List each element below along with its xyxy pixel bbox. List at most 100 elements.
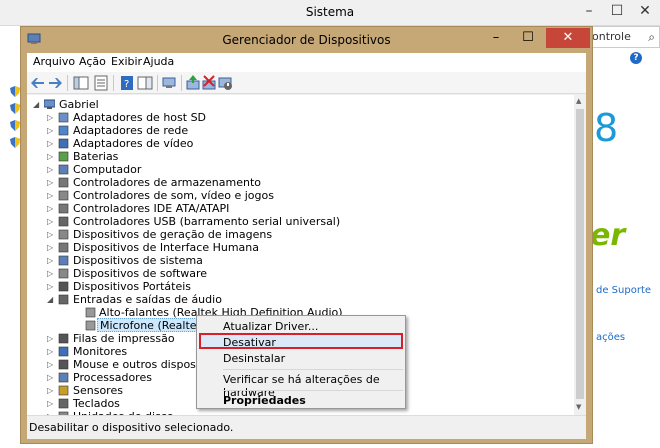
search-text: ontrole <box>592 30 631 43</box>
expand-icon[interactable]: ▷ <box>47 384 55 397</box>
control-panel-search-input[interactable]: ontrole ⌕ <box>586 26 660 48</box>
expand-icon[interactable]: ▷ <box>47 228 55 241</box>
menu-arquivo[interactable]: Arquivo <box>33 55 75 68</box>
sd-host-icon <box>58 112 69 123</box>
menu-item-disable[interactable]: Desativar <box>223 336 276 349</box>
scan-hardware-icon[interactable] <box>161 75 177 91</box>
tree-item-label: Controladores de som, vídeo e jogos <box>73 189 274 202</box>
brand-logo: er <box>590 218 626 253</box>
minimize-icon[interactable]: – <box>576 0 602 22</box>
ide-controller-icon <box>58 203 69 214</box>
expand-icon[interactable]: ▷ <box>47 124 55 137</box>
support-link[interactable]: de Suporte <box>596 285 651 296</box>
disable-device-icon[interactable] <box>217 75 233 91</box>
menu-acao[interactable]: Ação <box>79 55 106 68</box>
expand-icon[interactable]: ▷ <box>47 280 55 293</box>
expand-icon[interactable]: ▷ <box>47 397 55 410</box>
system-titlebar: Sistema – ☐ ✕ <box>0 0 660 26</box>
network-adapter-icon <box>58 125 69 136</box>
actions-link[interactable]: ações <box>596 332 625 343</box>
computer-icon <box>44 99 55 109</box>
tree-item-label: Computador <box>73 163 142 176</box>
mouse-icon <box>58 359 69 370</box>
menu-ajuda[interactable]: Ajuda <box>143 55 174 68</box>
maximize-icon[interactable]: ☐ <box>513 28 543 48</box>
toolbar: ? <box>27 72 586 94</box>
expand-icon[interactable]: ▷ <box>47 150 55 163</box>
tree-item-label: Dispositivos de sistema <box>73 254 203 267</box>
toolbar-divider <box>113 75 114 91</box>
properties-icon[interactable] <box>93 75 109 91</box>
system-window-title: Sistema <box>305 5 355 19</box>
device-manager-titlebar[interactable]: Gerenciador de Dispositivos – ☐ ✕ <box>21 27 592 53</box>
tree-item-label: Dispositivos Portáteis <box>73 280 192 293</box>
scrollbar-thumb[interactable] <box>576 109 584 399</box>
update-driver-icon[interactable] <box>185 75 201 91</box>
menu-exibir[interactable]: Exibir <box>111 55 142 68</box>
expand-icon[interactable]: ▷ <box>47 176 55 189</box>
display-adapter-icon <box>58 138 69 149</box>
back-arrow-icon[interactable] <box>30 75 46 91</box>
tree-item-label: Dispositivos de software <box>73 267 208 280</box>
tree-item-label: Processadores <box>73 371 152 384</box>
computer-icon <box>58 164 69 175</box>
uninstall-device-icon[interactable] <box>201 75 217 91</box>
tree-item-label: Adaptadores de host SD <box>73 111 207 124</box>
menu-separator <box>223 390 403 391</box>
portable-device-icon <box>58 281 69 292</box>
status-bar: Desabilitar o dispositivo selecionado. <box>27 415 586 439</box>
shield-icon <box>10 137 20 148</box>
expand-icon[interactable]: ▷ <box>47 111 55 124</box>
forward-arrow-icon[interactable] <box>47 75 63 91</box>
tree-item-label: Entradas e saídas de áudio <box>73 293 222 306</box>
tree-item-label: Controladores de armazenamento <box>73 176 262 189</box>
system-device-icon <box>58 255 69 266</box>
keyboard-icon <box>58 398 69 409</box>
expand-icon[interactable]: ▷ <box>47 241 55 254</box>
expand-icon[interactable]: ▷ <box>47 163 55 176</box>
tree-item-label: Teclados <box>73 397 120 410</box>
scroll-down-icon[interactable]: ▼ <box>576 403 581 411</box>
sound-controller-icon <box>58 190 69 201</box>
expand-icon[interactable]: ▷ <box>47 371 55 384</box>
scroll-up-icon[interactable]: ▲ <box>576 97 581 105</box>
tree-item-label: Controladores IDE ATA/ATAPI <box>73 202 230 215</box>
vertical-scrollbar[interactable]: ▲ ▼ <box>574 95 586 415</box>
action-pane-icon[interactable] <box>137 75 153 91</box>
menu-separator <box>223 369 403 370</box>
menu-item-properties[interactable]: Propriedades <box>223 394 306 407</box>
usb-controller-icon <box>58 216 69 227</box>
help-book-icon[interactable]: ? <box>119 75 135 91</box>
search-icon: ⌕ <box>648 30 655 44</box>
close-icon[interactable]: ✕ <box>632 0 658 22</box>
menu-item-update-driver[interactable]: Atualizar Driver... <box>223 320 318 333</box>
windows-version-number: 8 <box>594 106 619 150</box>
tree-item-label: Controladores USB (barramento serial uni… <box>73 215 341 228</box>
expand-icon[interactable]: ▷ <box>47 137 55 150</box>
expand-icon[interactable]: ▷ <box>47 215 55 228</box>
expand-icon[interactable]: ▷ <box>47 358 55 371</box>
expand-icon[interactable]: ▷ <box>47 254 55 267</box>
expand-icon[interactable]: ▷ <box>47 267 55 280</box>
shield-icon <box>10 86 20 97</box>
tree-item-label: Baterias <box>73 150 119 163</box>
show-hide-tree-icon[interactable] <box>73 75 89 91</box>
menu-item-uninstall[interactable]: Desinstalar <box>223 352 285 365</box>
collapse-icon[interactable]: ◢ <box>33 98 41 111</box>
menu-bar: Arquivo Ação Exibir Ajuda <box>27 53 586 72</box>
maximize-icon[interactable]: ☐ <box>604 0 630 22</box>
expand-icon[interactable]: ▷ <box>47 189 55 202</box>
svg-text:?: ? <box>124 79 129 90</box>
expand-icon[interactable]: ▷ <box>47 345 55 358</box>
help-icon[interactable]: ? <box>630 52 642 64</box>
software-device-icon <box>58 268 69 279</box>
toolbar-divider <box>157 75 158 91</box>
close-icon[interactable]: ✕ <box>546 28 590 48</box>
tree-item-label: Monitores <box>73 345 128 358</box>
minimize-icon[interactable]: – <box>481 28 511 48</box>
expand-icon[interactable]: ▷ <box>47 332 55 345</box>
expand-icon[interactable]: ▷ <box>47 202 55 215</box>
battery-icon <box>58 151 69 162</box>
sensor-icon <box>58 385 69 396</box>
collapse-icon[interactable]: ◢ <box>47 293 55 306</box>
